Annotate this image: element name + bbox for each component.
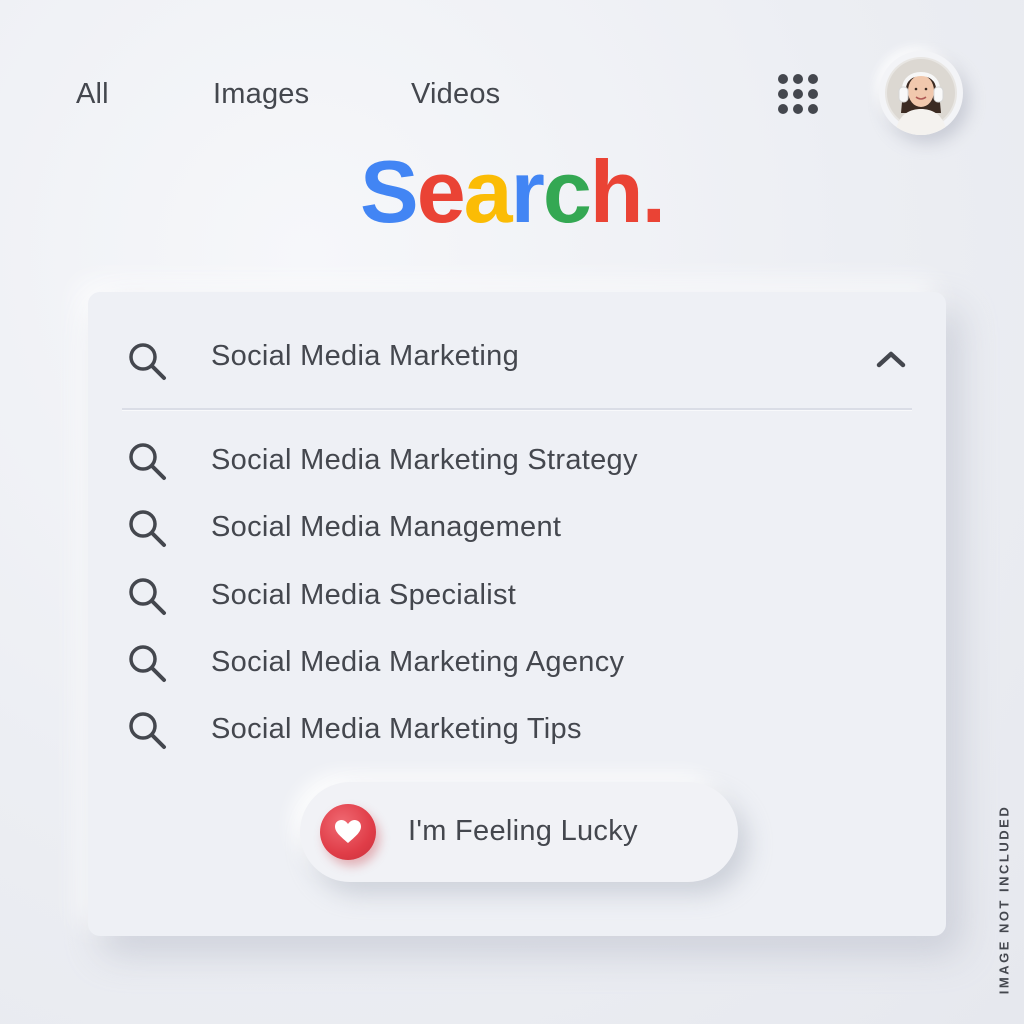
search-icon	[129, 712, 166, 749]
suggestion-label: Social Media Marketing Strategy	[211, 444, 638, 476]
logo-letter: a	[463, 142, 513, 241]
suggestion-item[interactable]: Social Media Specialist	[88, 567, 946, 627]
suggestion-item[interactable]: Social Media Marketing Agency	[88, 634, 946, 694]
search-icon	[129, 443, 166, 480]
suggestion-item[interactable]: Social Media Marketing Tips	[88, 701, 946, 761]
search-icon	[129, 510, 166, 547]
search-icon	[129, 645, 166, 682]
suggestion-label: Social Media Specialist	[211, 579, 517, 611]
logo-letter: c	[542, 142, 592, 241]
feeling-lucky-button[interactable]: I'm Feeling Lucky	[300, 782, 738, 882]
search-dropdown-card: Social Media Marketing Social Media Mark…	[88, 292, 946, 936]
suggestion-label: Social Media Management	[211, 511, 562, 543]
search-icon	[129, 578, 166, 615]
avatar[interactable]	[879, 51, 963, 135]
tab-images[interactable]: Images	[213, 78, 309, 111]
logo-letter: .	[641, 142, 666, 241]
suggestion-item[interactable]: Social Media Management	[88, 499, 946, 559]
user-avatar-icon	[885, 57, 957, 135]
logo-letter: e	[416, 142, 466, 241]
logo-letter: S	[359, 142, 419, 241]
suggestion-label: Social Media Marketing Agency	[211, 646, 625, 678]
heart-icon	[320, 804, 376, 860]
grid-dots-icon[interactable]	[778, 74, 822, 118]
search-logo: Search.	[0, 148, 1024, 236]
suggestion-item[interactable]: Social Media Marketing Strategy	[88, 432, 946, 492]
suggestion-label: Social Media Marketing Tips	[211, 713, 582, 745]
search-bar[interactable]: Social Media Marketing	[88, 292, 946, 408]
tab-videos[interactable]: Videos	[411, 78, 500, 111]
logo-letter: h	[589, 142, 644, 241]
search-input[interactable]: Social Media Marketing	[211, 340, 519, 373]
divider	[122, 408, 912, 411]
chevron-up-icon[interactable]	[874, 344, 908, 374]
logo-letter: r	[510, 142, 545, 241]
tab-all[interactable]: All	[76, 78, 109, 111]
search-icon	[129, 343, 166, 380]
side-note-text: IMAGE NOT INCLUDED	[996, 804, 1012, 995]
feeling-lucky-label: I'm Feeling Lucky	[408, 815, 638, 847]
